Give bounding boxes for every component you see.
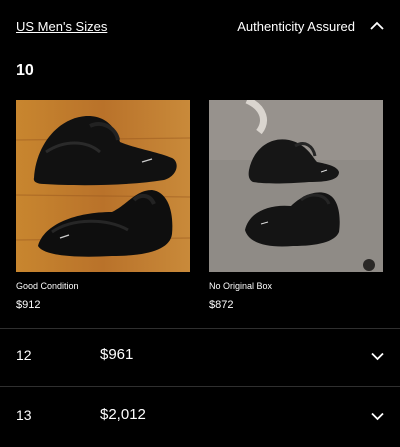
listing-card-2[interactable]: No Original Box $872 <box>209 100 385 311</box>
size-row-price: $961 <box>100 346 134 363</box>
listing-price-1: $912 <box>16 299 41 311</box>
listing-condition-1: Good Condition <box>16 281 79 291</box>
selected-size-title: 10 <box>16 62 34 79</box>
size-row-size: 12 <box>16 347 32 363</box>
size-row-size: 13 <box>16 407 32 423</box>
authenticity-assured-label: Authenticity Assured <box>237 19 355 34</box>
chevron-down-icon[interactable] <box>371 412 384 421</box>
us-mens-sizes-link[interactable]: US Men's Sizes <box>16 19 107 34</box>
listing-photo-2[interactable] <box>209 100 383 272</box>
size-row-price: $2,012 <box>100 406 146 423</box>
listing-photo-1[interactable] <box>16 100 190 272</box>
size-row-13[interactable]: 13 $2,012 <box>0 387 400 447</box>
chevron-down-icon[interactable] <box>371 352 384 361</box>
listing-price-2: $872 <box>209 299 234 311</box>
listing-condition-2: No Original Box <box>209 281 273 291</box>
size-list-header: US Men's Sizes Authenticity Assured <box>0 0 400 52</box>
listing-card-1[interactable]: Good Condition $912 <box>16 100 192 311</box>
size-row-12[interactable]: 12 $961 <box>0 329 400 389</box>
chevron-up-icon[interactable] <box>370 21 384 31</box>
